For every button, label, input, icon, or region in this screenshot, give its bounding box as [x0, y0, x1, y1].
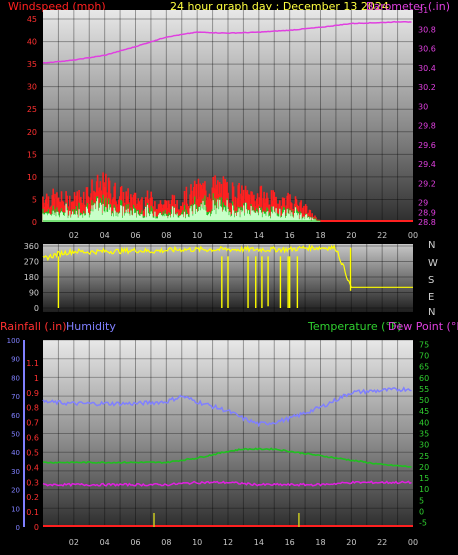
y-tick-label-humidity: 60: [11, 412, 20, 420]
y-tick-label-humidity: 40: [11, 449, 20, 457]
x-tick-label: 20: [346, 538, 356, 547]
y-tick-label-direction: 180: [24, 273, 39, 282]
x-tick-label: 10: [192, 538, 202, 547]
y-tick-label-baro: 28.8: [418, 218, 436, 227]
x-tick-label: 08: [161, 231, 171, 240]
x-tick-label: 06: [130, 231, 140, 240]
y-tick-label-direction: 0: [34, 304, 39, 313]
y-tick-label-wind: 25: [27, 105, 37, 114]
y-tick-label-baro: 28.9: [418, 208, 436, 217]
y-tick-label-baro: 29.6: [418, 141, 436, 150]
x-tick-label: 08: [161, 538, 171, 547]
y-tick-label-temp: 60: [419, 374, 429, 383]
y-tick-label-temp: 15: [419, 474, 429, 483]
y-tick-label-baro: 31: [418, 6, 428, 15]
y-tick-label-humidity: 10: [11, 505, 20, 513]
y-tick-label-temp: 70: [419, 352, 429, 361]
y-tick-label-temp: -5: [419, 519, 427, 528]
y-tick-label-temp: 5: [419, 496, 424, 505]
y-tick-label-humidity: 70: [11, 393, 20, 401]
y-tick-label-temp: 65: [419, 363, 429, 372]
y-tick-label-wind: 45: [27, 15, 37, 24]
y-tick-label-temp: 10: [419, 485, 429, 494]
y-tick-label-humidity: 50: [11, 431, 20, 439]
y-tick-label-rain: 0.6: [26, 434, 39, 443]
y-tick-label-rain: 0.5: [26, 448, 39, 457]
y-tick-label-baro: 30.8: [418, 25, 436, 34]
compass-label: N: [428, 307, 435, 318]
weather-graph: 0202040406060808101012121414161618182020…: [7, 6, 438, 547]
x-tick-label: 16: [285, 231, 295, 240]
y-tick-label-rain: 0.1: [26, 508, 39, 517]
y-tick-label-direction: 90: [29, 289, 39, 298]
x-tick-label: 04: [100, 231, 110, 240]
y-tick-label-temp: 45: [419, 407, 429, 416]
y-tick-label-humidity: 100: [7, 337, 20, 345]
y-tick-label-rain: 0.3: [26, 478, 39, 487]
compass-label: E: [428, 292, 434, 303]
x-tick-label: 02: [69, 231, 79, 240]
x-tick-label: 10: [192, 231, 202, 240]
y-tick-label-temp: 50: [419, 396, 429, 405]
y-tick-label-temp: 0: [419, 507, 424, 516]
x-tick-label: 22: [377, 231, 387, 240]
y-tick-label-temp: 40: [419, 418, 429, 427]
x-tick-label: 02: [69, 538, 79, 547]
y-tick-label-rain: 0.2: [26, 493, 39, 502]
y-tick-label-wind: 35: [27, 60, 37, 69]
x-tick-label: 00: [408, 538, 418, 547]
x-tick-label: 22: [377, 538, 387, 547]
y-tick-label-temp: 30: [419, 441, 429, 450]
compass-label: W: [428, 258, 438, 269]
compass-label: S: [428, 275, 434, 286]
y-tick-label-baro: 30.6: [418, 45, 436, 54]
y-tick-label-wind: 10: [27, 173, 37, 182]
y-tick-label-humidity: 90: [11, 356, 20, 364]
y-tick-label-direction: 360: [24, 242, 39, 251]
y-tick-label-wind: 5: [32, 195, 37, 204]
y-tick-label-baro: 29.8: [418, 122, 436, 131]
y-tick-label-wind: 0: [32, 218, 37, 227]
y-tick-label-rain: 0.4: [26, 463, 39, 472]
x-tick-label: 14: [254, 538, 264, 547]
x-tick-label: 18: [315, 538, 325, 547]
y-tick-label-humidity: 20: [11, 487, 20, 495]
y-tick-label-wind: 15: [27, 150, 37, 159]
x-tick-label: 20: [346, 231, 356, 240]
y-tick-label-rain: 0.7: [26, 419, 39, 428]
x-tick-label: 14: [254, 231, 264, 240]
y-tick-label-rain: 1.1: [26, 359, 39, 368]
y-tick-label-temp: 75: [419, 340, 429, 349]
y-tick-label-wind: 20: [27, 128, 37, 137]
x-tick-label: 18: [315, 231, 325, 240]
y-tick-label-rain: 0.9: [26, 389, 39, 398]
y-tick-label-humidity: 0: [16, 524, 20, 532]
y-tick-label-baro: 30.4: [418, 64, 436, 73]
y-tick-label-baro: 30.2: [418, 83, 436, 92]
y-tick-label-rain: 0.8: [26, 404, 39, 413]
y-tick-label-rain: 0: [34, 523, 39, 532]
y-tick-label-temp: 35: [419, 430, 429, 439]
x-tick-label: 12: [223, 231, 233, 240]
y-tick-label-rain: 1: [34, 374, 39, 383]
compass-label: N: [428, 240, 435, 251]
y-tick-label-baro: 29: [418, 199, 428, 208]
x-tick-label: 12: [223, 538, 233, 547]
y-tick-label-baro: 29.4: [418, 160, 436, 169]
y-tick-label-temp: 20: [419, 463, 429, 472]
y-tick-label-humidity: 30: [11, 468, 20, 476]
x-tick-label: 04: [100, 538, 110, 547]
y-tick-label-temp: 55: [419, 385, 429, 394]
y-tick-label-baro: 29.2: [418, 179, 436, 188]
x-tick-label: 16: [285, 538, 295, 547]
y-tick-label-wind: 40: [27, 38, 37, 47]
y-tick-label-humidity: 80: [11, 374, 20, 382]
y-tick-label-baro: 30: [418, 102, 428, 111]
x-tick-label: 06: [130, 538, 140, 547]
x-tick-label: 00: [408, 231, 418, 240]
y-tick-label-wind: 30: [27, 83, 37, 92]
y-tick-label-direction: 270: [24, 258, 39, 267]
y-tick-label-temp: 25: [419, 452, 429, 461]
